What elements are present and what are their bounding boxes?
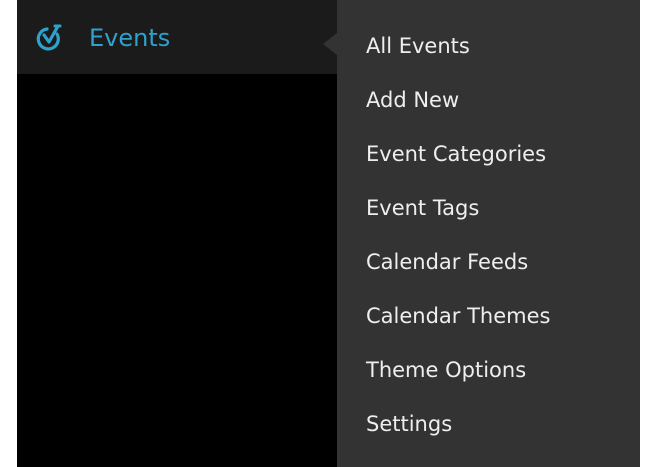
menu-item-events[interactable]: Events [17, 0, 337, 74]
screen: Events All Events Add New Event Categori… [0, 0, 652, 467]
submenu-item-theme-options[interactable]: Theme Options [366, 355, 526, 385]
submenu-item-all-events[interactable]: All Events [366, 31, 470, 61]
events-calendar-icon [36, 24, 62, 51]
admin-sidebar: Events [17, 0, 337, 467]
submenu-item-calendar-themes[interactable]: Calendar Themes [366, 301, 550, 331]
submenu-item-calendar-feeds[interactable]: Calendar Feeds [366, 247, 528, 277]
submenu-pointer-arrow [323, 33, 337, 55]
submenu-item-settings[interactable]: Settings [366, 409, 452, 439]
events-submenu: All Events Add New Event Categories Even… [337, 0, 640, 467]
submenu-item-add-new[interactable]: Add New [366, 85, 459, 115]
menu-item-events-label: Events [89, 24, 171, 52]
submenu-item-event-categories[interactable]: Event Categories [366, 139, 546, 169]
submenu-item-event-tags[interactable]: Event Tags [366, 193, 479, 223]
